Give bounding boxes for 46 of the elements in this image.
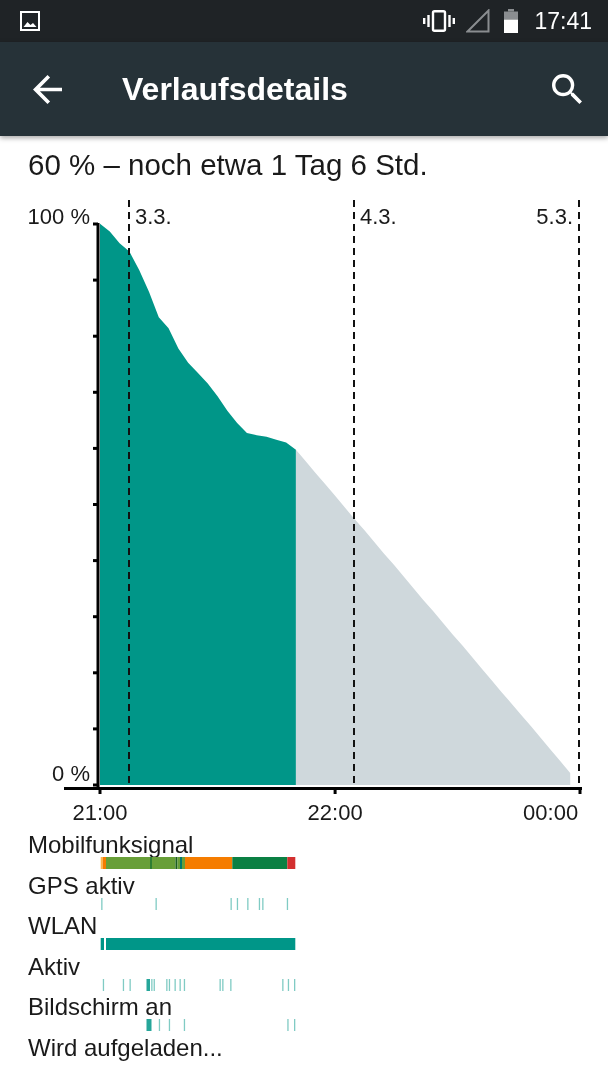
- x-axis-label: 21:00: [72, 800, 128, 825]
- activity-mark: [230, 978, 232, 991]
- arrow-left-icon: [32, 74, 62, 104]
- y-axis-label: 0 %: [52, 760, 90, 786]
- activity-mark: [179, 978, 181, 991]
- wlan-segment: [100, 938, 104, 950]
- activity-mark: [122, 978, 125, 991]
- cell-signal-icon: [466, 9, 491, 33]
- screen-on-mark: [158, 1019, 161, 1031]
- date-label: 4.3.: [360, 204, 397, 229]
- screen-on-mark: [183, 1019, 186, 1031]
- screen-on-mark: [146, 1019, 152, 1031]
- gps-mark: [230, 897, 232, 910]
- activity-mark: [282, 978, 284, 991]
- x-axis-label: 00:00: [523, 800, 579, 825]
- track-label: Wird aufgeladen...: [28, 1033, 223, 1061]
- gps-mark: [247, 897, 249, 910]
- track-label: Mobilfunksignal: [28, 831, 194, 858]
- date-label: 3.3.: [135, 204, 172, 229]
- gps-mark: [155, 897, 157, 910]
- gps-mark: [101, 897, 103, 910]
- screen-on-mark: [168, 1019, 171, 1031]
- screen-on-mark: [294, 1019, 296, 1031]
- y-axis-label: 100 %: [27, 204, 90, 229]
- date-label: 5.3.: [536, 204, 573, 229]
- clock-time: 17:41: [534, 8, 592, 34]
- activity-mark: [183, 978, 186, 991]
- gps-mark: [236, 897, 239, 910]
- track-label: Aktiv: [28, 952, 80, 980]
- image-icon: [20, 11, 40, 31]
- battery-summary-text: 60 % – noch etwa 1 Tag 6 Std.: [28, 148, 428, 181]
- gps-mark: [286, 897, 289, 910]
- screen-on-mark: [287, 1019, 289, 1031]
- track-label: GPS aktiv: [28, 871, 135, 899]
- vibrate-icon: [423, 10, 456, 32]
- activity-mark: [174, 978, 176, 991]
- activity-mark: [294, 978, 296, 991]
- track-label: WLAN: [28, 912, 98, 939]
- track-label: Bildschirm an: [28, 993, 173, 1020]
- x-axis-label: 22:00: [307, 800, 363, 825]
- activity-mark: [287, 978, 290, 991]
- search-icon: [552, 74, 582, 104]
- activity-mark: [102, 978, 105, 991]
- battery-icon: [504, 9, 519, 33]
- screen-title: Verlaufsdetails: [122, 70, 349, 108]
- activity-mark: [129, 978, 131, 991]
